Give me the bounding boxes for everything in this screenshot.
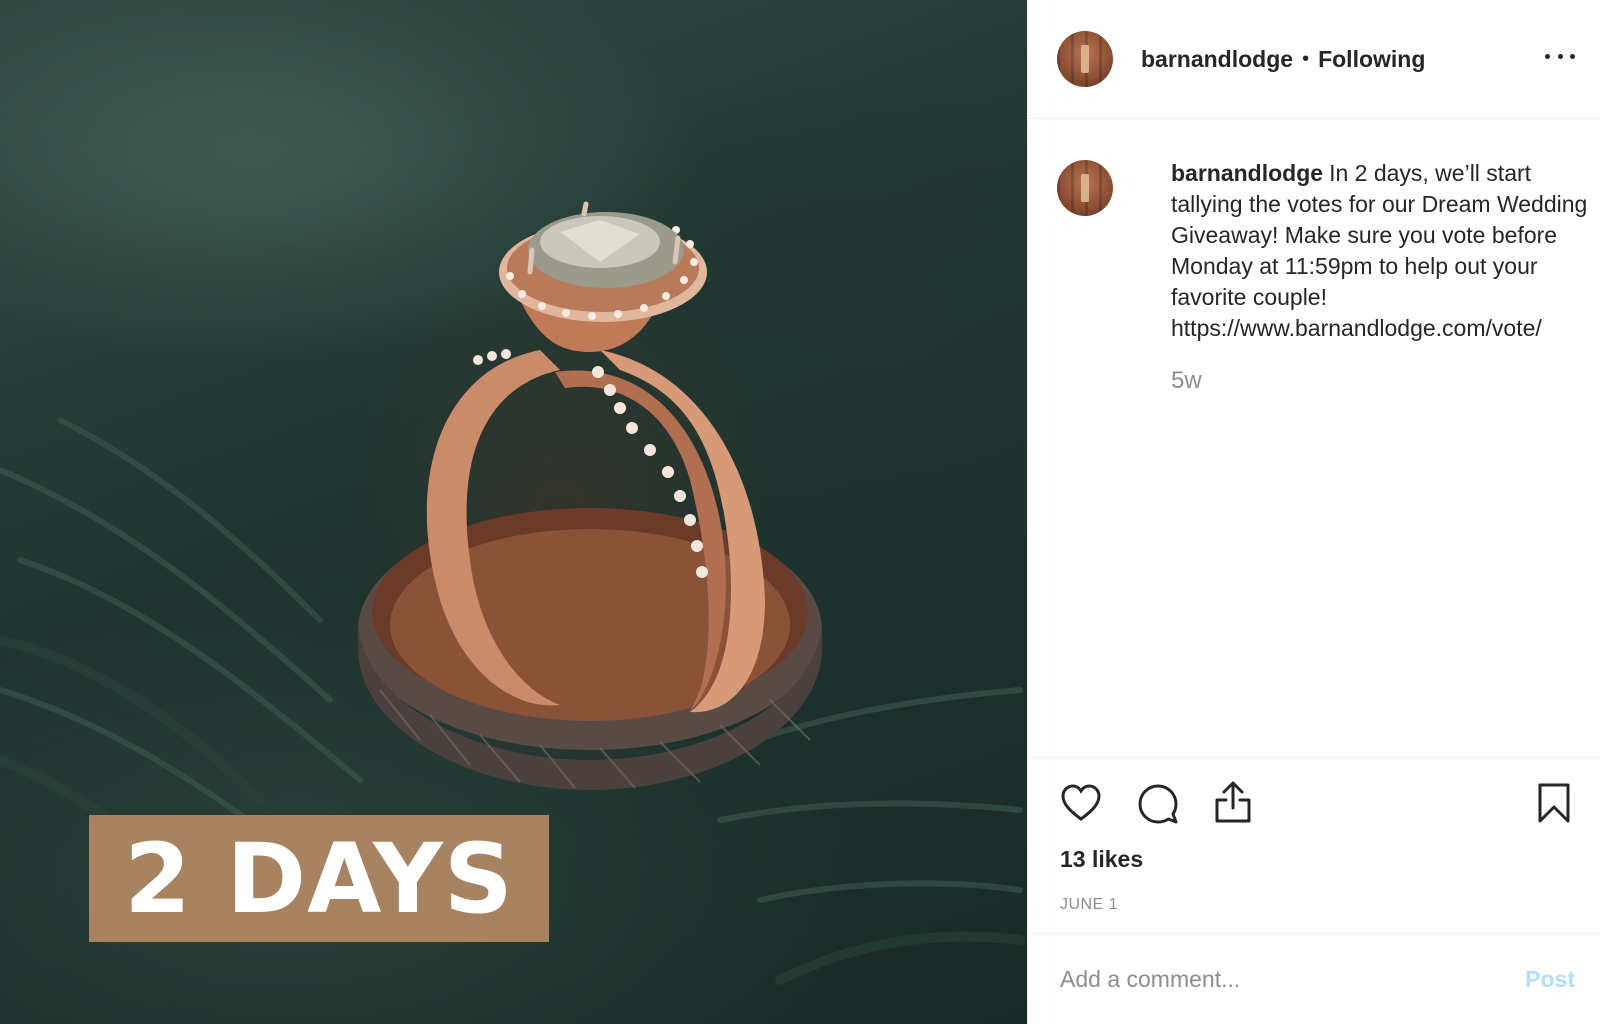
post-date: JUNE 1: [1060, 896, 1119, 913]
actions-divider: [1028, 757, 1600, 758]
caption-comment: barnandlodge In 2 days, we’ll start tally…: [1057, 158, 1587, 395]
post-comment-button[interactable]: Post: [1525, 966, 1575, 993]
heart-icon[interactable]: [1060, 783, 1102, 823]
comment-bar: Post: [1028, 933, 1600, 1024]
post-photo[interactable]: 2 DAYS: [0, 0, 1027, 1024]
following-button[interactable]: Following: [1318, 46, 1425, 73]
post-header: barnandlodge • Following: [1028, 0, 1600, 119]
bookmark-icon[interactable]: [1537, 782, 1571, 824]
caption-link[interactable]: https://www.barnandlodge.com/vote/: [1171, 313, 1591, 344]
header-username[interactable]: barnandlodge: [1141, 46, 1293, 73]
post-details-panel: barnandlodge • Following barnandlodge In …: [1027, 0, 1600, 1024]
caption-username[interactable]: barnandlodge: [1171, 160, 1323, 186]
caption-text-block: barnandlodge In 2 days, we’ll start tally…: [1171, 158, 1591, 344]
countdown-badge: 2 DAYS: [89, 815, 549, 942]
separator-dot: •: [1302, 47, 1310, 70]
caption-avatar[interactable]: [1057, 160, 1113, 216]
likes-count[interactable]: 13 likes: [1060, 846, 1143, 873]
comment-input[interactable]: [1060, 965, 1480, 993]
comment-icon[interactable]: [1137, 783, 1179, 825]
share-icon[interactable]: [1213, 780, 1253, 824]
more-options-icon[interactable]: [1545, 46, 1575, 66]
avatar[interactable]: [1057, 31, 1113, 87]
caption-timestamp[interactable]: 5w: [1171, 367, 1577, 395]
countdown-text: 2 DAYS: [124, 822, 514, 935]
